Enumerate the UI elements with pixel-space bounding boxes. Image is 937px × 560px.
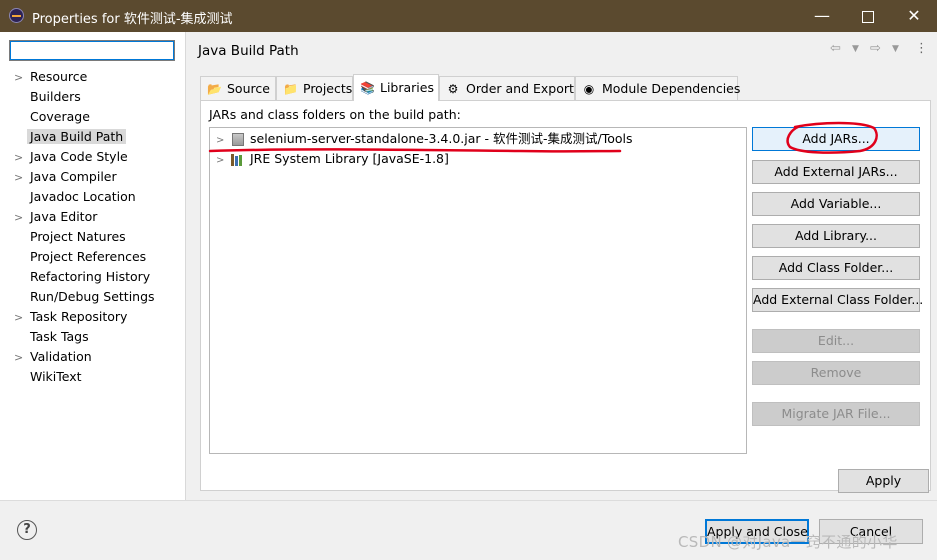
nav-item-label: Project References (30, 249, 147, 264)
nav-item-label: Java Compiler (30, 169, 117, 184)
module-dependencies-icon: ◉ (583, 82, 595, 96)
add-library-button[interactable]: Add Library... (752, 224, 920, 248)
nav-item-label: Task Repository (30, 309, 128, 324)
expand-arrow-icon[interactable]: > (14, 68, 26, 88)
nav-item-label: Builders (30, 89, 81, 104)
add-external-jars-button[interactable]: Add External JARs... (752, 160, 920, 184)
nav-item[interactable]: Project Natures (14, 227, 179, 247)
expand-arrow-icon[interactable]: > (14, 148, 26, 168)
tree-item-jre-library[interactable]: > JRE System Library [JavaSE-1.8] (216, 149, 449, 169)
nav-item[interactable]: Project References (14, 247, 179, 267)
expand-arrow-icon[interactable]: > (216, 151, 228, 171)
nav-item-label: Run/Debug Settings (30, 289, 155, 304)
nav-item[interactable]: > Task Repository (14, 307, 179, 327)
nav-item-label: Java Editor (30, 209, 98, 224)
order-export-icon: ⚙ (447, 82, 459, 96)
maximize-button[interactable] (845, 0, 891, 32)
edit-button[interactable]: Edit... (752, 329, 920, 353)
nav-item-label: Coverage (30, 109, 90, 124)
jar-icon (232, 133, 244, 146)
window-title: Properties for 软件测试-集成测试 (32, 12, 233, 27)
expand-arrow-icon[interactable]: > (14, 208, 26, 228)
nav-item[interactable]: > Java Code Style (14, 147, 179, 167)
source-folder-icon: 📂 (207, 82, 222, 96)
tab-order-and-export[interactable]: ⚙ Order and Export (439, 76, 575, 100)
nav-item[interactable]: Task Tags (14, 327, 179, 347)
minimize-button[interactable]: — (799, 0, 845, 32)
nav-item-label: Javadoc Location (30, 189, 136, 204)
add-external-class-folder-button[interactable]: Add External Class Folder... (752, 288, 923, 312)
nav-item-label: Project Natures (30, 229, 126, 244)
nav-item[interactable]: WikiText (14, 367, 179, 387)
add-variable-button[interactable]: Add Variable... (752, 192, 920, 216)
back-dropdown-icon[interactable]: ▼ (852, 44, 859, 54)
eclipse-icon (9, 8, 24, 23)
nav-item[interactable]: > Java Compiler (14, 167, 179, 187)
filter-input[interactable] (9, 40, 175, 61)
nav-item-label: Java Code Style (30, 149, 128, 164)
dialog-footer: ? Apply and Close Cancel CSDN @对Java一窍不通… (0, 500, 937, 560)
watermark: CSDN @对Java一窍不通的小华 (678, 533, 898, 551)
expand-arrow-icon[interactable]: > (14, 168, 26, 188)
expand-arrow-icon[interactable]: > (216, 131, 228, 151)
forward-arrow-icon[interactable]: ⇨ (870, 41, 881, 56)
forward-dropdown-icon[interactable]: ▼ (892, 44, 899, 54)
remove-button[interactable]: Remove (752, 361, 920, 385)
back-arrow-icon[interactable]: ⇦ (830, 41, 841, 56)
nav-item-label: Resource (30, 69, 88, 84)
build-path-label: JARs and class folders on the build path… (209, 107, 461, 122)
nav-item[interactable]: > Java Editor (14, 207, 179, 227)
apply-button[interactable]: Apply (838, 469, 929, 493)
page-title: Java Build Path (198, 43, 299, 59)
tree-item-selenium-jar[interactable]: > selenium-server-standalone-3.4.0.jar - … (216, 129, 633, 149)
add-jars-button[interactable]: Add JARs... (752, 127, 920, 151)
add-class-folder-button[interactable]: Add Class Folder... (752, 256, 920, 280)
expand-arrow-icon[interactable]: > (14, 348, 26, 368)
library-icon (231, 153, 245, 166)
maximize-icon (862, 10, 874, 23)
more-options-icon[interactable]: ⋮ (915, 41, 928, 56)
expand-arrow-icon[interactable]: > (14, 308, 26, 328)
property-page-tree: > Resource Builders Coverage Java Build Path… (0, 32, 186, 500)
nav-item[interactable]: Run/Debug Settings (14, 287, 179, 307)
migrate-jar-button[interactable]: Migrate JAR File... (752, 402, 920, 426)
nav-item[interactable]: > Resource (14, 67, 179, 87)
nav-item[interactable]: > Validation (14, 347, 179, 367)
build-path-tree[interactable]: > selenium-server-standalone-3.4.0.jar - … (209, 127, 747, 454)
tab-libraries[interactable]: 📚 Libraries (353, 74, 439, 101)
tab-projects[interactable]: 📁 Projects (276, 76, 353, 100)
close-button[interactable]: ✕ (891, 0, 937, 32)
nav-item[interactable]: Java Build Path (14, 127, 179, 147)
libraries-icon: 📚 (360, 81, 375, 95)
nav-item-label: Validation (30, 349, 92, 364)
tab-source[interactable]: 📂 Source (200, 76, 276, 100)
history-navigation: ⇦ ▼ ⇨ ▼ ⋮ (830, 41, 930, 61)
nav-item[interactable]: Javadoc Location (14, 187, 179, 207)
nav-item-label: Task Tags (30, 329, 89, 344)
nav-item[interactable]: Coverage (14, 107, 179, 127)
nav-item-label: Refactoring History (30, 269, 151, 284)
nav-item[interactable]: Refactoring History (14, 267, 179, 287)
help-icon[interactable]: ? (17, 520, 37, 540)
projects-icon: 📁 (283, 82, 298, 96)
title-bar: Properties for 软件测试-集成测试 — ✕ (0, 0, 937, 32)
nav-item-label: Java Build Path (27, 129, 127, 144)
tab-module-dependencies[interactable]: ◉ Module Dependencies (575, 76, 740, 100)
nav-item[interactable]: Builders (14, 87, 179, 107)
nav-item-label: WikiText (30, 369, 82, 384)
